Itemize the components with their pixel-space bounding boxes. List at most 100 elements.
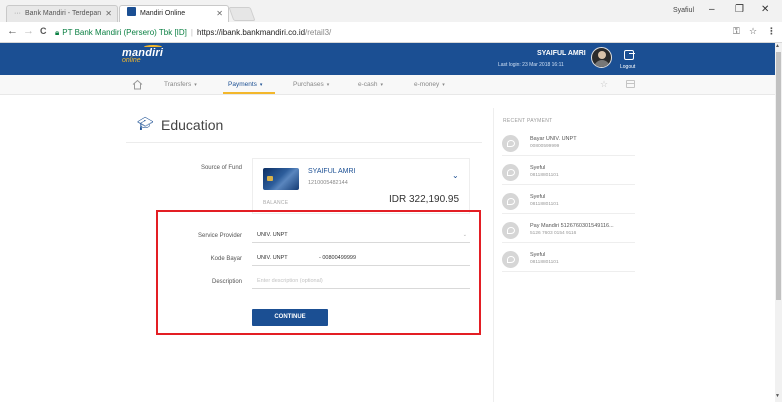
graduation-cap-icon: 🎓︎ [137, 116, 154, 131]
recent-payment-item[interactable]: Pay Mandiri 5126760301549116... 5126 760… [502, 219, 635, 243]
bookmark-star-icon[interactable]: ☆ [749, 26, 757, 37]
logout-label[interactable]: Logout [620, 64, 635, 70]
tab-label: Bank Mandiri - Terdepan [25, 10, 102, 17]
chevron-down-icon: ▾ [194, 82, 197, 88]
back-icon[interactable]: ← [7, 25, 18, 37]
user-name: SYAIFUL AMRI [537, 50, 586, 57]
description-placeholder: Enter description (optional) [257, 278, 323, 284]
recent-payment-item[interactable]: Syeful 08118801101 [502, 161, 635, 185]
recent-payment-item[interactable]: Syeful 08118801101 [502, 248, 635, 272]
recent-payment-icon [502, 222, 519, 239]
favorite-star-icon[interactable]: ☆ [600, 79, 608, 90]
browser-menu-icon[interactable]: ⋮ [767, 26, 776, 37]
recent-payment-title: RECENT PAYMENT [503, 118, 553, 124]
main-nav: Transfers ▾ Payments ▾ Purchases ▾ e-cash ▾ … [0, 75, 775, 95]
tab-close-icon[interactable]: ✕ [216, 6, 223, 21]
column-divider [493, 108, 494, 402]
recent-payment-icon [502, 135, 519, 152]
source-account-name: SYAIFUL AMRI [308, 168, 356, 175]
key-icon[interactable]: ⚿ [733, 26, 740, 37]
nav-transfers[interactable]: Transfers ▾ [164, 81, 197, 88]
scrollbar-thumb[interactable] [776, 52, 781, 300]
mandiri-favicon-icon [127, 7, 136, 16]
main-content: 🎓︎ Education Source of Fund SYAIFUL AMRI… [0, 95, 775, 402]
recent-payment-icon [502, 193, 519, 210]
recent-payment-icon [502, 251, 519, 268]
kode-bayar-prefix: UNIV. UNPT [257, 255, 288, 261]
tab-label: Mandiri Online [140, 10, 186, 17]
calendar-icon[interactable] [626, 80, 635, 88]
forward-icon[interactable]: → [23, 25, 34, 37]
tab-close-icon[interactable]: ✕ [105, 6, 112, 21]
service-provider-label: Service Provider [197, 233, 242, 239]
nav-purchases[interactable]: Purchases ▾ [293, 81, 329, 88]
site-header: mandiri online SYAIFUL AMRI Last login: … [0, 43, 775, 75]
browser-tab-strip: ··· Bank Mandiri - Terdepan ✕ Mandiri Onl… [0, 0, 782, 22]
reload-icon[interactable]: C [40, 26, 47, 36]
description-label: Description [211, 279, 242, 285]
continue-button[interactable]: CONTINUE [252, 309, 328, 326]
kode-bayar-label: Kode Bayar [210, 256, 242, 262]
chevron-down-icon: ▾ [326, 82, 330, 88]
chevron-down-icon[interactable]: ⌄ [452, 171, 459, 180]
recent-payment-number: 00800599999 [530, 144, 560, 149]
kode-bayar-value: - 00800499999 [319, 255, 357, 261]
nav-e-cash[interactable]: e-cash ▾ [358, 81, 383, 88]
recent-payment-name: Syeful [530, 165, 546, 171]
service-provider-value: UNIV. UNPT [257, 232, 288, 238]
recent-payment-number: 08118801101 [530, 202, 559, 207]
source-account-number: 1210005482144 [308, 180, 348, 186]
tab-loading-icon: ··· [14, 10, 21, 17]
address-host: https://ibank.bankmandiri.co.id [196, 28, 306, 37]
home-icon[interactable] [132, 79, 143, 90]
recent-payment-item[interactable]: Syeful 08118801101 [502, 190, 635, 214]
recent-payment-item[interactable]: Bayar UNIV. UNPT 00800599999 [502, 132, 635, 156]
scroll-up-icon[interactable]: ▲ [775, 43, 780, 49]
source-of-fund-selector[interactable]: SYAIFUL AMRI 1210005482144 ⌄ BALANCE IDR… [252, 158, 470, 214]
logout-icon[interactable] [624, 50, 635, 60]
scroll-down-icon[interactable]: ▼ [775, 393, 780, 399]
recent-payment-name: Syeful [530, 252, 546, 258]
balance-value: IDR 322,190.95 [389, 194, 460, 205]
service-provider-select[interactable]: UNIV. UNPT ⌄ [252, 229, 470, 243]
nav-e-money[interactable]: e-money ▾ [414, 81, 445, 88]
recent-payment-number: 5126 7603 0154 9116 [530, 231, 577, 236]
debit-card-image [263, 168, 299, 190]
address-separator: | [190, 28, 193, 37]
source-of-fund-label: Source of Fund [200, 165, 242, 171]
minimize-icon[interactable]: – [709, 4, 715, 15]
recent-payment-name: Syeful [530, 194, 546, 200]
recent-payment-number: 08118801101 [530, 260, 559, 265]
active-nav-underline [223, 92, 275, 94]
page: ··· Bank Mandiri - Terdepan ✕ Mandiri Onl… [0, 0, 782, 402]
browser-profile-name[interactable]: Syafiul [673, 7, 694, 14]
last-login-text: Last login: 23 Mar 2018 16:11 [498, 62, 564, 68]
kode-bayar-input[interactable]: UNIV. UNPT - 00800499999 [252, 252, 470, 266]
address-bar[interactable]: 🔒︎ PT Bank Mandiri (Persero) Tbk [ID] | htt… [55, 25, 715, 40]
recent-payment-name: Bayar UNIV. UNPT [530, 136, 577, 142]
chevron-down-icon: ▾ [442, 82, 445, 88]
description-input[interactable]: Enter description (optional) [252, 275, 470, 289]
avatar[interactable] [591, 47, 612, 68]
browser-toolbar: ← → C 🔒︎ PT Bank Mandiri (Persero) Tbk [I… [0, 22, 782, 43]
chevron-down-icon: ▾ [380, 82, 384, 88]
page-title: Education [161, 117, 224, 133]
recent-payment-name: Pay Mandiri 5126760301549116... [530, 223, 614, 229]
recent-payment-number: 08118801101 [530, 173, 559, 178]
title-divider [126, 142, 482, 143]
logo-wing-icon [144, 45, 162, 49]
close-window-icon[interactable]: ✕ [761, 4, 769, 15]
address-path: /retail3/ [305, 28, 332, 37]
mandiri-online-logo[interactable]: mandiri online [122, 45, 163, 64]
tab-mandiri-online[interactable]: Mandiri Online ✕ [119, 5, 229, 22]
secure-site-label: PT Bank Mandiri (Persero) Tbk [ID] [62, 28, 187, 37]
nav-payments[interactable]: Payments ▾ [228, 81, 262, 88]
chevron-down-icon: ⌄ [462, 232, 467, 238]
maximize-icon[interactable]: ❐ [735, 4, 744, 15]
chevron-down-icon: ▾ [259, 82, 263, 88]
balance-label: BALANCE [263, 200, 289, 206]
tab-bank-mandiri[interactable]: ··· Bank Mandiri - Terdepan ✕ [6, 5, 118, 22]
recent-payment-icon [502, 164, 519, 181]
new-tab-button[interactable] [228, 7, 256, 21]
lock-icon: 🔒︎ [55, 28, 60, 37]
